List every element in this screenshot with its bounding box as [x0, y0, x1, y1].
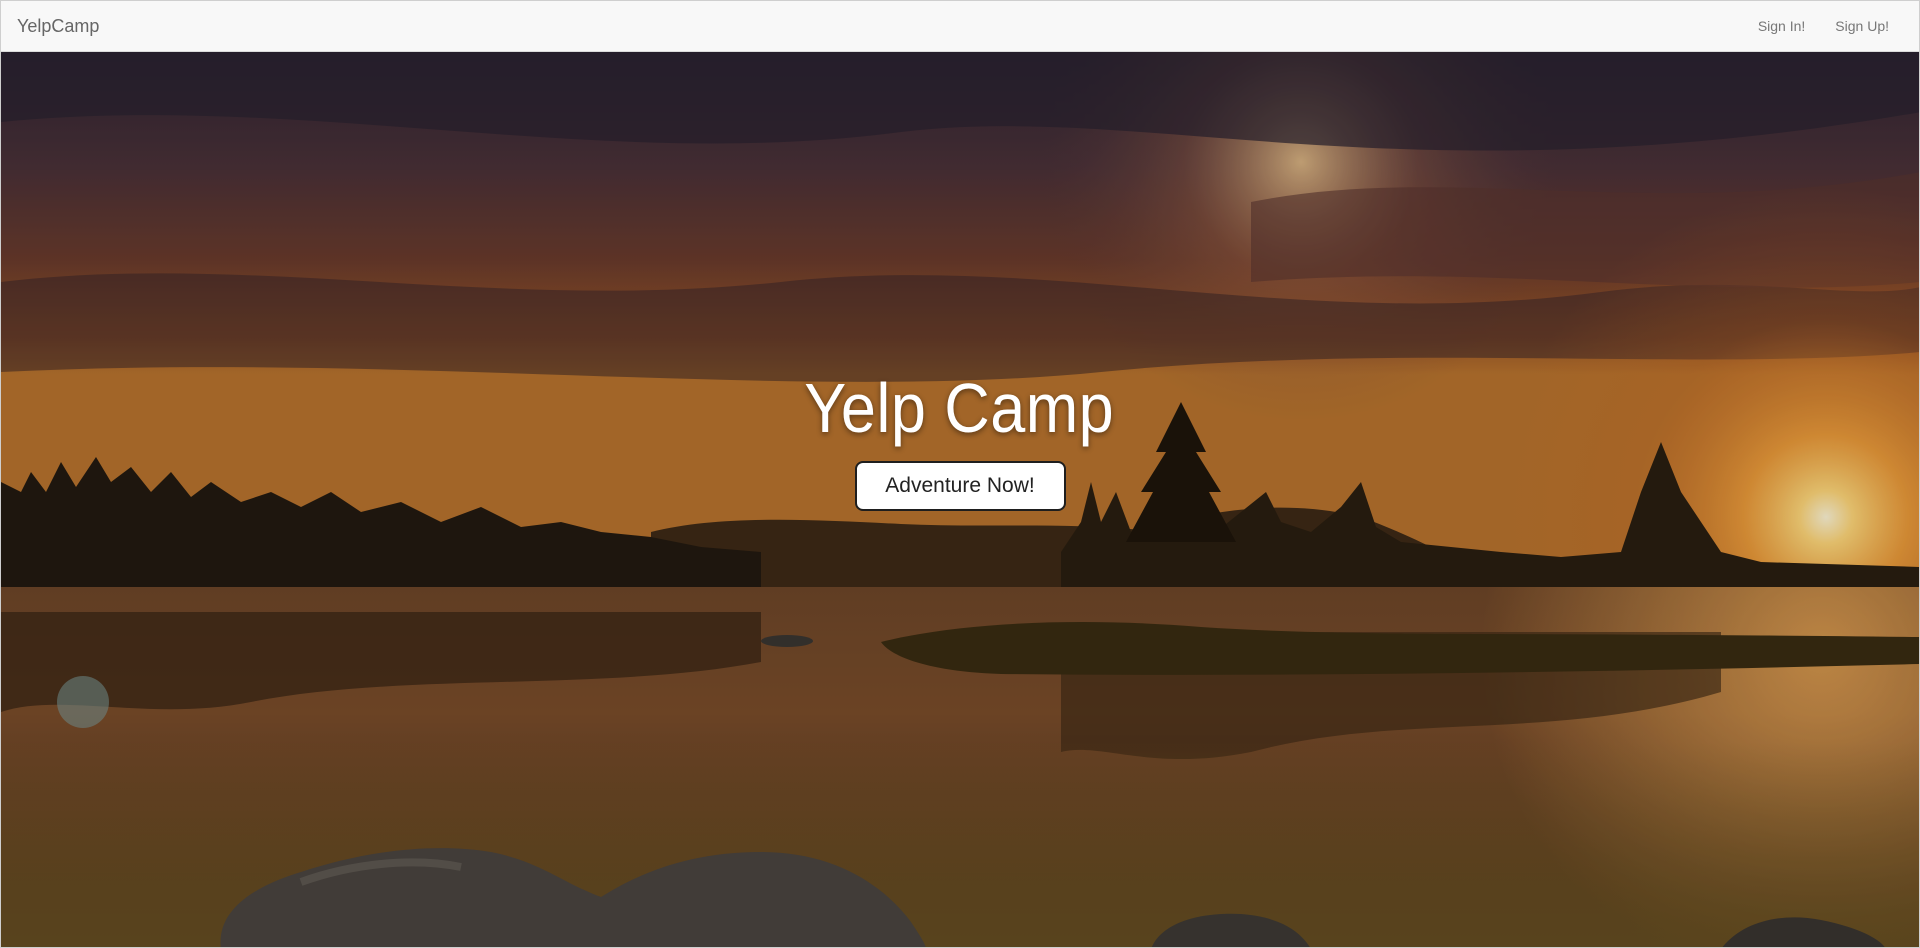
- hero-content: Yelp Camp Adventure Now!: [1, 373, 1919, 511]
- navbar: YelpCamp Sign In! Sign Up!: [1, 1, 1919, 52]
- adventure-now-button[interactable]: Adventure Now!: [854, 461, 1066, 511]
- nav-links: Sign In! Sign Up!: [1758, 18, 1903, 34]
- page: YelpCamp Sign In! Sign Up! Yelp Camp Adv…: [0, 0, 1920, 948]
- hero-section: Yelp Camp Adventure Now!: [1, 52, 1919, 947]
- brand-link[interactable]: YelpCamp: [17, 16, 99, 37]
- sign-in-link[interactable]: Sign In!: [1758, 18, 1805, 34]
- hero-title: Yelp Camp: [804, 369, 1114, 447]
- sign-up-link[interactable]: Sign Up!: [1835, 18, 1889, 34]
